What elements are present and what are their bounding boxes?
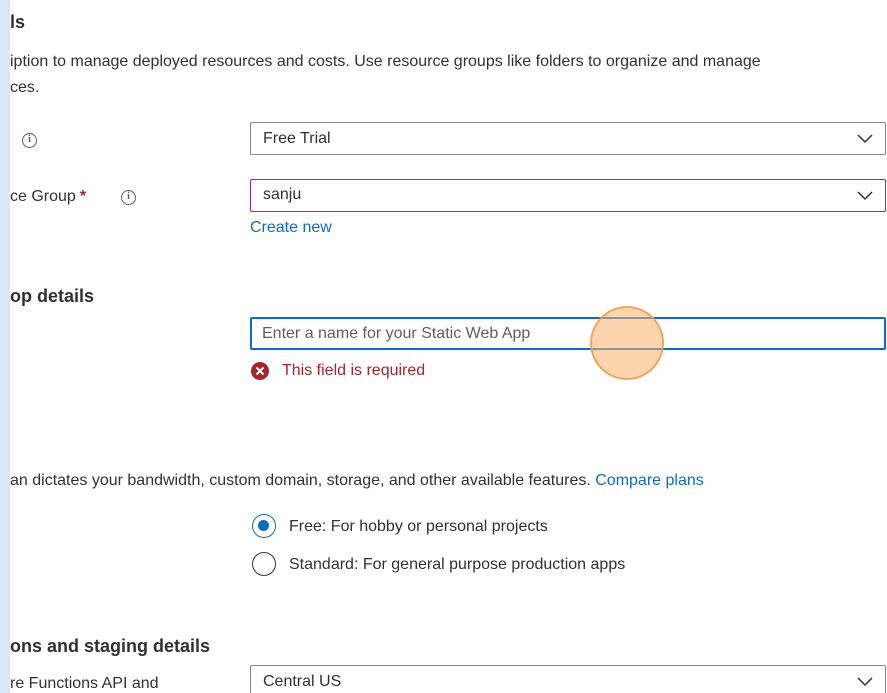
resource-group-label-text: ce Group (10, 188, 76, 205)
resource-group-info-icon[interactable]: i (121, 190, 136, 205)
resource-group-value: sanju (263, 186, 302, 203)
functions-staging-heading: ons and staging details (10, 636, 211, 656)
error-icon (251, 362, 269, 380)
project-details-heading: ls (10, 12, 26, 32)
functions-region-value: Central US (263, 673, 342, 690)
plan-standard-label[interactable]: Standard: For general purpose production… (289, 556, 625, 574)
subscription-value: Free Trial (263, 130, 331, 147)
resource-group-label: ce Group * (10, 188, 86, 206)
plan-standard-radio[interactable] (252, 552, 276, 576)
chevron-down-icon (857, 677, 873, 687)
create-static-web-app-form: ls iption to manage deployed resources a… (10, 0, 887, 693)
chevron-down-icon (857, 134, 873, 144)
app-details-heading: op details (10, 286, 95, 306)
plan-free-label[interactable]: Free: For hobby or personal projects (289, 518, 548, 536)
compare-plans-link[interactable]: Compare plans (595, 472, 704, 489)
left-panel-edge (0, 0, 10, 693)
functions-region-label: re Functions API and (10, 675, 159, 692)
functions-region-dropdown[interactable]: Central US (250, 665, 886, 693)
resource-group-dropdown[interactable]: sanju (250, 179, 886, 212)
plan-free-radio[interactable] (252, 514, 276, 538)
create-new-resource-group-link[interactable]: Create new (250, 219, 332, 237)
chevron-down-icon (857, 191, 873, 201)
static-web-app-name-input[interactable] (250, 317, 886, 350)
subscription-dropdown[interactable]: Free Trial (250, 122, 886, 155)
name-error-message: This field is required (282, 362, 426, 379)
required-asterisk: * (79, 188, 87, 205)
plan-description-text: an dictates your bandwidth, custom domai… (10, 472, 591, 489)
plan-description: an dictates your bandwidth, custom domai… (10, 472, 704, 490)
project-description-line-2: ces. (10, 79, 40, 96)
project-description-line-1: iption to manage deployed resources and … (10, 53, 761, 70)
subscription-info-icon[interactable]: i (22, 133, 37, 148)
